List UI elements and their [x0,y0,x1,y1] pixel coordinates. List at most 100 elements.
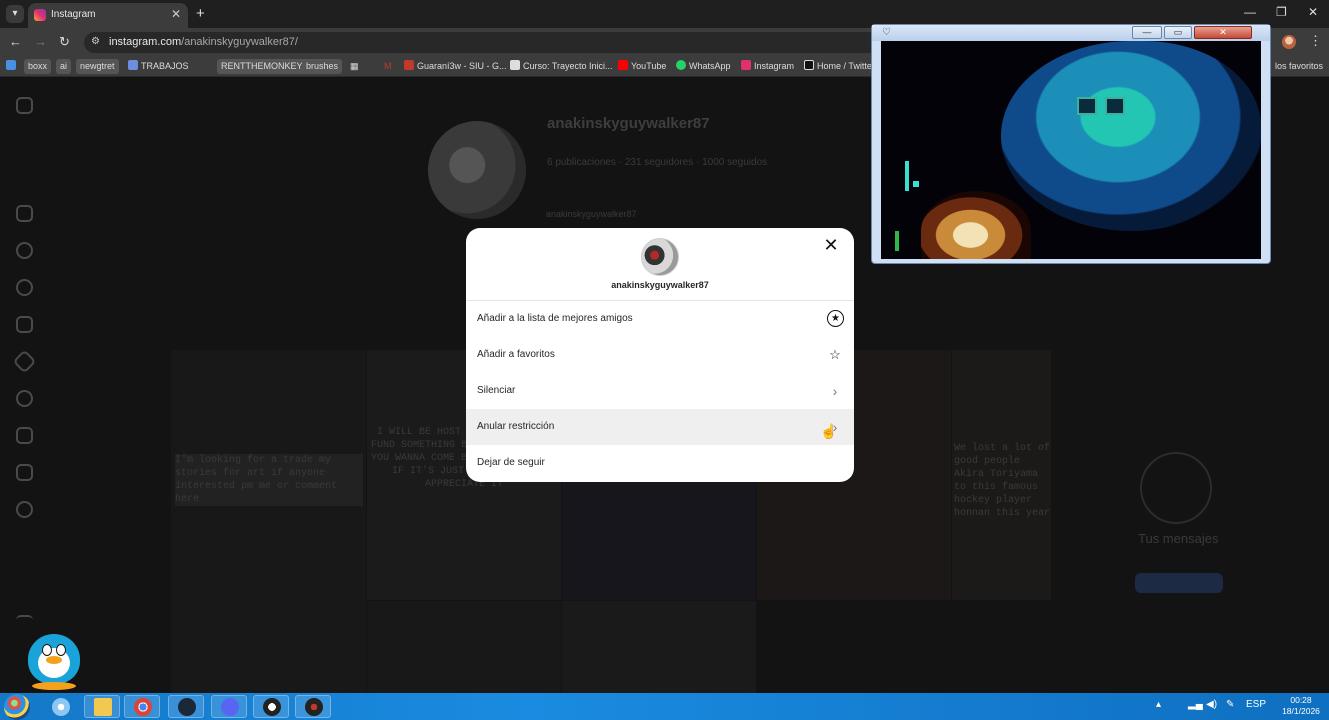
pen-icon[interactable]: ✎ [1226,699,1234,710]
chevron-right-icon: › [832,383,838,399]
bookmark-guarani[interactable]: Guaraní3w - SIU - G... [404,59,507,74]
profile-picture[interactable] [428,121,526,219]
webcam-titlebar[interactable]: ♡ — ▭ ✕ [872,25,1270,41]
apps-icon[interactable] [6,59,19,74]
reels-icon[interactable] [16,316,33,333]
bookmark-boxx[interactable]: boxx [24,59,52,74]
star-circle-icon: ★ [827,310,844,327]
profile-handle [547,138,550,149]
address-bar[interactable]: ⚙ instagram.com/anakinskyguywalker87/ [84,32,884,53]
add-close-friends-option[interactable]: Añadir a la lista de mejores amigos ★ [466,301,854,337]
glasses-left [1077,97,1097,115]
url-text[interactable]: instagram.com/anakinskyguywalker87/ [109,36,298,48]
bookmark-twitter[interactable]: Home / Twitte [804,59,872,74]
bookmark-whatsapp[interactable]: WhatsApp [676,59,731,74]
penguin-desktop-icon[interactable] [20,628,88,692]
clock[interactable]: 00:28 18/1/2026 [1276,695,1326,717]
volume-icon[interactable]: ◀) [1206,699,1217,710]
profile-username: anakinskyguywalker87 [547,115,710,132]
restore-button[interactable]: ❐ [1276,5,1287,19]
gmail-icon[interactable]: M [384,59,392,74]
dashboard-icon[interactable] [16,464,33,481]
close-window-button[interactable]: ✕ [1308,5,1318,19]
webcam-window[interactable]: ♡ — ▭ ✕ [871,24,1271,264]
webcam-face [921,191,1031,259]
language-indicator[interactable]: ESP [1246,699,1266,710]
bookmark-trabajos[interactable]: TRABAJOS [128,59,189,74]
app-taskbar-icon[interactable] [253,695,289,718]
webcam-minimize-button[interactable]: — [1132,26,1162,39]
profile-stats: 6 publicaciones · 231 seguidores · 1000 … [547,157,768,168]
tab-search-button[interactable]: ▾ [6,5,24,23]
bookmark-instagram[interactable]: Instagram [741,59,794,74]
webcam-figure [1001,41,1261,231]
noise-speck [913,181,919,187]
bookmark-brushes[interactable]: brushes [302,59,343,74]
instagram-favicon-icon [34,9,46,21]
post-tile[interactable]: I'm looking for a trade my stories for a… [171,350,366,693]
post-tile[interactable]: We lost a lot of good people Akira Toriy… [952,350,1051,600]
windows-taskbar: ▴ ▂▄ ◀) ✎ ESP 00:28 18/1/2026 [0,693,1329,720]
bookmarks-overflow[interactable]: los favoritos [1275,59,1323,74]
bookmark-newgtret[interactable]: newgtret [76,59,119,74]
notifications-icon[interactable] [16,390,33,407]
discord-taskbar-icon[interactable] [211,695,247,718]
start-button[interactable] [4,694,30,720]
post-text: We lost a lot of good people Akira Toriy… [954,443,1051,519]
obs-taskbar-icon[interactable] [295,695,331,718]
add-favorites-option[interactable]: Añadir a favoritos ☆ [466,337,854,373]
chrome-taskbar-icon[interactable] [124,695,160,718]
messages-icon[interactable] [12,349,37,374]
webcam-close-button[interactable]: ✕ [1194,26,1252,39]
settings-taskbar-icon[interactable] [42,695,78,718]
explorer-taskbar-icon[interactable] [84,695,120,718]
tab-close-icon[interactable]: ✕ [171,7,181,21]
mute-option[interactable]: Silenciar › [466,373,854,409]
home-icon[interactable] [16,205,33,222]
steam-taskbar-icon[interactable] [168,695,204,718]
messenger-icon [1140,452,1212,524]
heart-icon: ♡ [882,27,891,38]
site-info-icon[interactable]: ⚙ [91,36,100,47]
active-tab[interactable]: Instagram ✕ [28,3,188,28]
messages-label: Tus mensajes [1138,531,1219,546]
bookmark-renthemonkey[interactable]: RENTTHEMONKEY [217,59,307,74]
dialog-username: anakinskyguywalker87 [611,280,709,290]
webcam-maximize-button[interactable]: ▭ [1164,26,1192,39]
search-icon[interactable] [16,242,33,259]
noise-speck [905,161,909,191]
unfollow-option[interactable]: Dejar de seguir [466,445,854,481]
tab-title: Instagram [51,9,96,20]
option-label: Dejar de seguir [477,457,545,468]
bookmark-ai[interactable]: ai [56,59,72,74]
network-icon[interactable]: ▂▄ [1188,699,1203,710]
option-label: Añadir a favoritos [477,349,555,360]
send-message-button[interactable] [1135,573,1223,593]
create-icon[interactable] [16,427,33,444]
unrestrict-option[interactable]: Anular restricción › [466,409,854,445]
glasses-right [1105,97,1125,115]
new-tab-button[interactable]: + [196,5,205,22]
post-tile[interactable] [367,601,561,693]
bookmark-curso[interactable]: Curso: Trayecto Inici... [510,59,613,74]
bookmark-youtube[interactable]: YouTube [618,59,666,74]
webcam-feed [881,41,1261,259]
forward-button[interactable]: → [34,34,47,49]
close-icon[interactable]: ✕ [820,234,842,256]
profile-nav-icon[interactable] [16,501,33,518]
reload-button[interactable]: ↻ [59,34,70,50]
tray-arrow-icon[interactable]: ▴ [1156,699,1161,710]
option-label: Añadir a la lista de mejores amigos [477,313,633,324]
post-tile[interactable] [562,601,756,693]
date: 18/1/2026 [1282,706,1320,716]
chrome-menu-icon[interactable]: ⋮ [1309,33,1322,49]
instagram-logo-icon[interactable] [16,97,33,114]
profile-link[interactable]: anakinskyguywalker87 [546,209,637,219]
back-button[interactable]: ← [9,34,22,49]
option-label: Anular restricción [477,421,555,432]
grid-bookmark-icon[interactable]: ▦ [350,59,359,74]
noise-speck [895,231,899,251]
minimize-button[interactable]: — [1244,5,1256,19]
explore-icon[interactable] [16,279,33,296]
profile-avatar-icon[interactable] [1282,35,1296,49]
